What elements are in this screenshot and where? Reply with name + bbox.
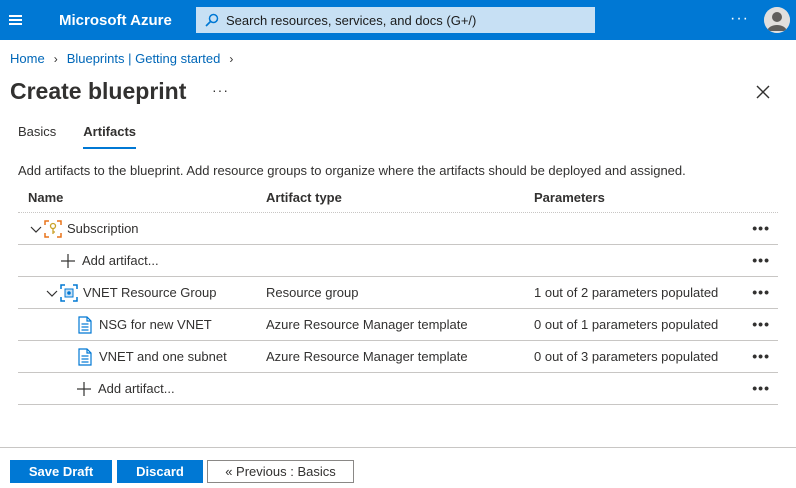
- breadcrumb-home[interactable]: Home: [10, 51, 45, 66]
- page-title: Create blueprint: [10, 78, 187, 104]
- row-type: Resource group: [266, 285, 359, 300]
- row-params: 0 out of 1 parameters populated: [534, 317, 719, 332]
- header-parameters: Parameters: [534, 189, 605, 205]
- previous-button[interactable]: « Previous : Basics: [207, 460, 354, 483]
- row-name: VNET Resource Group: [83, 285, 217, 300]
- template-icon: [78, 315, 92, 334]
- row-type: Azure Resource Manager template: [266, 349, 468, 364]
- chevron-right-icon: ›: [53, 51, 58, 66]
- search-input[interactable]: Search resources, services, and docs (G+…: [196, 7, 595, 33]
- row-name: VNET and one subnet: [99, 349, 227, 364]
- save-draft-button[interactable]: Save Draft: [10, 460, 112, 483]
- row-params: 0 out of 3 parameters populated: [534, 349, 719, 364]
- row-more-icon[interactable]: •••: [752, 220, 770, 236]
- settings-more-icon[interactable]: ···: [730, 10, 749, 28]
- add-artifact-link[interactable]: Add artifact...: [98, 381, 175, 396]
- artifacts-table: Name Artifact type Parameters Subscripti…: [18, 182, 778, 405]
- row-more-icon[interactable]: •••: [752, 252, 770, 268]
- chevron-right-icon: ›: [229, 51, 234, 66]
- chevron-down-icon[interactable]: [46, 287, 58, 299]
- chevron-down-icon[interactable]: [30, 223, 42, 235]
- avatar[interactable]: [764, 7, 790, 33]
- add-icon: [61, 253, 75, 268]
- row-more-icon[interactable]: •••: [752, 284, 770, 300]
- user-icon: [764, 7, 790, 33]
- breadcrumb: Home › Blueprints | Getting started ›: [10, 51, 242, 66]
- tab-bar: Basics Artifacts: [18, 124, 163, 149]
- row-name: NSG for new VNET: [99, 317, 212, 332]
- resource-group-icon: [60, 283, 78, 302]
- row-more-icon[interactable]: •••: [752, 380, 770, 396]
- table-row[interactable]: VNET and one subnet Azure Resource Manag…: [18, 341, 778, 373]
- close-icon[interactable]: [753, 82, 773, 102]
- discard-button[interactable]: Discard: [117, 460, 203, 483]
- table-row[interactable]: Subscription •••: [18, 213, 778, 245]
- add-artifact-link[interactable]: Add artifact...: [82, 253, 159, 268]
- footer-bar: Save Draft Discard « Previous : Basics: [0, 447, 796, 488]
- row-more-icon[interactable]: •••: [752, 348, 770, 364]
- brand-title[interactable]: Microsoft Azure: [59, 12, 172, 29]
- header-name: Name: [28, 189, 64, 205]
- search-icon: [205, 13, 219, 27]
- table-row[interactable]: NSG for new VNET Azure Resource Manager …: [18, 309, 778, 341]
- row-more-icon[interactable]: •••: [752, 316, 770, 332]
- table-header: Name Artifact type Parameters: [18, 182, 778, 213]
- add-icon: [77, 381, 91, 396]
- row-name: Subscription: [67, 221, 139, 236]
- subscription-icon: [44, 219, 62, 238]
- tab-basics[interactable]: Basics: [18, 124, 56, 149]
- search-placeholder: Search resources, services, and docs (G+…: [226, 12, 477, 28]
- row-params: 1 out of 2 parameters populated: [534, 285, 719, 300]
- table-row[interactable]: Add artifact... •••: [18, 245, 778, 277]
- menu-icon[interactable]: [0, 0, 30, 40]
- header-artifact-type: Artifact type: [266, 189, 342, 205]
- page-more-icon[interactable]: ···: [212, 82, 229, 98]
- table-row[interactable]: VNET Resource Group Resource group 1 out…: [18, 277, 778, 309]
- description-text: Add artifacts to the blueprint. Add reso…: [18, 163, 686, 178]
- tab-artifacts[interactable]: Artifacts: [83, 124, 137, 149]
- breadcrumb-blueprints[interactable]: Blueprints | Getting started: [67, 51, 221, 66]
- table-row[interactable]: Add artifact... •••: [18, 373, 778, 405]
- top-bar: Microsoft Azure Search resources, servic…: [0, 0, 796, 40]
- template-icon: [78, 347, 92, 366]
- row-type: Azure Resource Manager template: [266, 317, 468, 332]
